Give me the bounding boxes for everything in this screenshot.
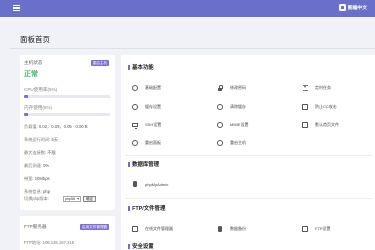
tool-mime-settings[interactable]: MIME设置 <box>217 122 248 128</box>
circle-icon <box>217 140 223 146</box>
circle-icon <box>217 104 223 110</box>
tool-cc-protection[interactable]: 防止CC攻击 <box>302 104 337 110</box>
section-divider <box>125 155 373 156</box>
tool-ssh-settings[interactable]: SSH设置 <box>132 122 161 129</box>
tool-data-backup[interactable]: 数据备份 <box>217 226 246 232</box>
enable-file-manager-button[interactable]: 启用文件管理器 <box>80 224 110 230</box>
cpu-usage-label: CPU使用率(5%) <box>24 87 58 92</box>
square-icon <box>132 226 138 232</box>
tool-scheduled-tasks[interactable]: 定时任务 <box>302 85 331 91</box>
tool-cache-settings[interactable]: 缓存设置 <box>132 104 161 110</box>
memory-usage-label: 内存使用(5%) <box>24 105 53 110</box>
php-version-select[interactable]: php56 <box>63 196 81 202</box>
square-icon <box>302 122 308 128</box>
host-status-title: 主机状态 <box>24 60 43 65</box>
top-bar: 图编中文 <box>0 0 375 17</box>
tool-restart-panel[interactable]: 重启面板 <box>132 140 161 146</box>
php-confirm-button[interactable]: 确定 <box>83 196 96 202</box>
page-title: 面板首页 <box>20 35 50 44</box>
status-text: 正常 <box>24 71 38 78</box>
database-icon <box>217 226 223 232</box>
hourglass-icon <box>302 85 308 91</box>
tool-online-file-manager[interactable]: 在线文件管理器 <box>132 226 173 232</box>
ftp-address: FTP地址: 106.126.157.215 <box>24 240 75 245</box>
restart-host-button[interactable]: 重启主机 <box>90 60 109 66</box>
last-speed-test: 最后测速: 0% <box>24 163 50 168</box>
bandwidth: 带宽: 10Mbps <box>24 176 50 181</box>
circle-icon <box>132 85 138 91</box>
memory-usage-bar <box>24 113 110 116</box>
section-security: 安全设置 <box>128 242 154 250</box>
title-divider <box>10 48 375 49</box>
tool-ftp-settings[interactable]: FTP设置 <box>302 226 331 232</box>
brand-logo-icon <box>338 4 346 11</box>
uptime: 系统运行时间: 5天 <box>24 137 58 142</box>
section-database: 数据库管理 <box>128 160 159 168</box>
square-icon <box>302 226 308 232</box>
database-icon <box>132 181 138 187</box>
brand[interactable]: 图编中文 <box>338 4 367 11</box>
tool-phpmyadmin[interactable]: phpMyAdmin <box>132 181 168 187</box>
tool-basic-config[interactable]: 基础配置 <box>132 85 161 91</box>
ftp-card: FTP服务器 启用文件管理器 FTP地址: 106.126.157.215 <box>20 216 115 250</box>
section-basic: 基本功能 <box>128 63 154 71</box>
tool-clear-cache[interactable]: 清除缓存 <box>217 104 246 110</box>
circle-icon <box>132 104 138 110</box>
section-divider <box>125 198 373 199</box>
memory-usage-fill <box>24 113 29 116</box>
cpu-usage-bar <box>24 95 110 98</box>
host-status-card: 主机状态 重启主机 正常 CPU使用率(5%) 内存使用(5%) 负载值: 0.… <box>20 55 115 210</box>
brand-name: 图编中文 <box>347 6 367 11</box>
monitor-icon <box>132 122 138 129</box>
tools-panel: 基本功能 基础配置 修改密码 定时任务 缓存设置 清除缓存 防止CC攻击 SSH… <box>121 55 375 250</box>
tool-change-password[interactable]: 修改密码 <box>217 85 246 91</box>
lock-icon <box>217 85 224 91</box>
tool-default-index[interactable]: 默认首页文件 <box>302 122 339 128</box>
ftp-title: FTP服务器 <box>24 224 47 229</box>
system-info: 系统信息: php <box>24 189 51 194</box>
load-average: 负载值: 0.02，0.09，0.05 · 0.00 B <box>24 124 88 129</box>
section-ftp-files: FTP/文件管理 <box>128 204 165 212</box>
square-icon <box>302 104 308 110</box>
max-connections: 最大连接数: 不限 <box>24 150 56 155</box>
circle-icon <box>217 122 223 128</box>
circle-icon <box>132 140 138 146</box>
hamburger-menu-icon[interactable] <box>13 5 20 11</box>
tool-restart-host[interactable]: 重启主机 <box>217 140 246 146</box>
cpu-usage-fill <box>24 95 29 98</box>
php-version-label: 切换php版本: <box>24 196 49 201</box>
